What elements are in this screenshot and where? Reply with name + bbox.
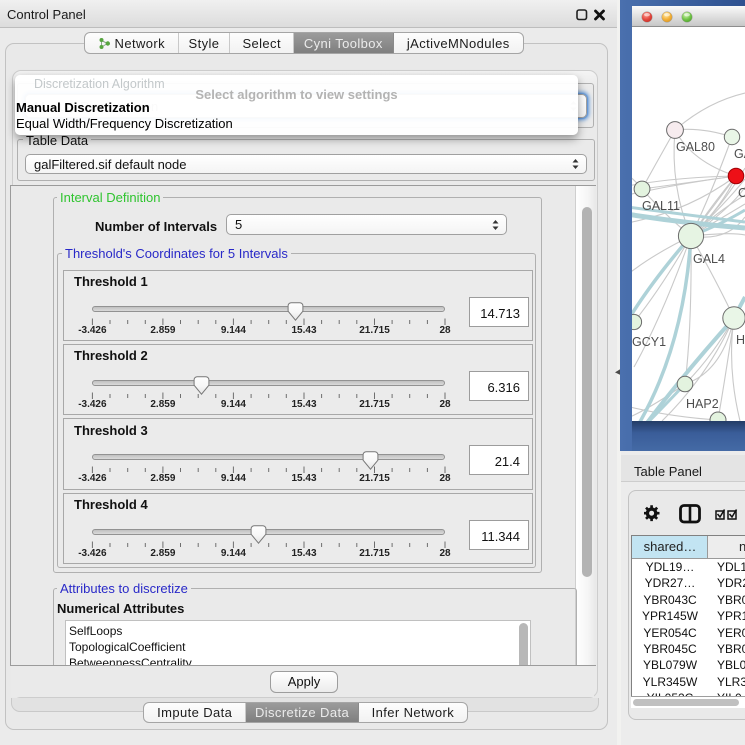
svg-text:C: C — [738, 186, 745, 200]
svg-text:GA: GA — [734, 147, 745, 161]
svg-text:HAP2: HAP2 — [686, 397, 719, 411]
svg-text:GCY1: GCY1 — [632, 335, 666, 349]
svg-text:GAL80: GAL80 — [676, 140, 715, 154]
svg-text:H: H — [736, 333, 745, 347]
svg-text:GAL11: GAL11 — [642, 199, 680, 213]
svg-text:GAL4: GAL4 — [693, 252, 725, 266]
